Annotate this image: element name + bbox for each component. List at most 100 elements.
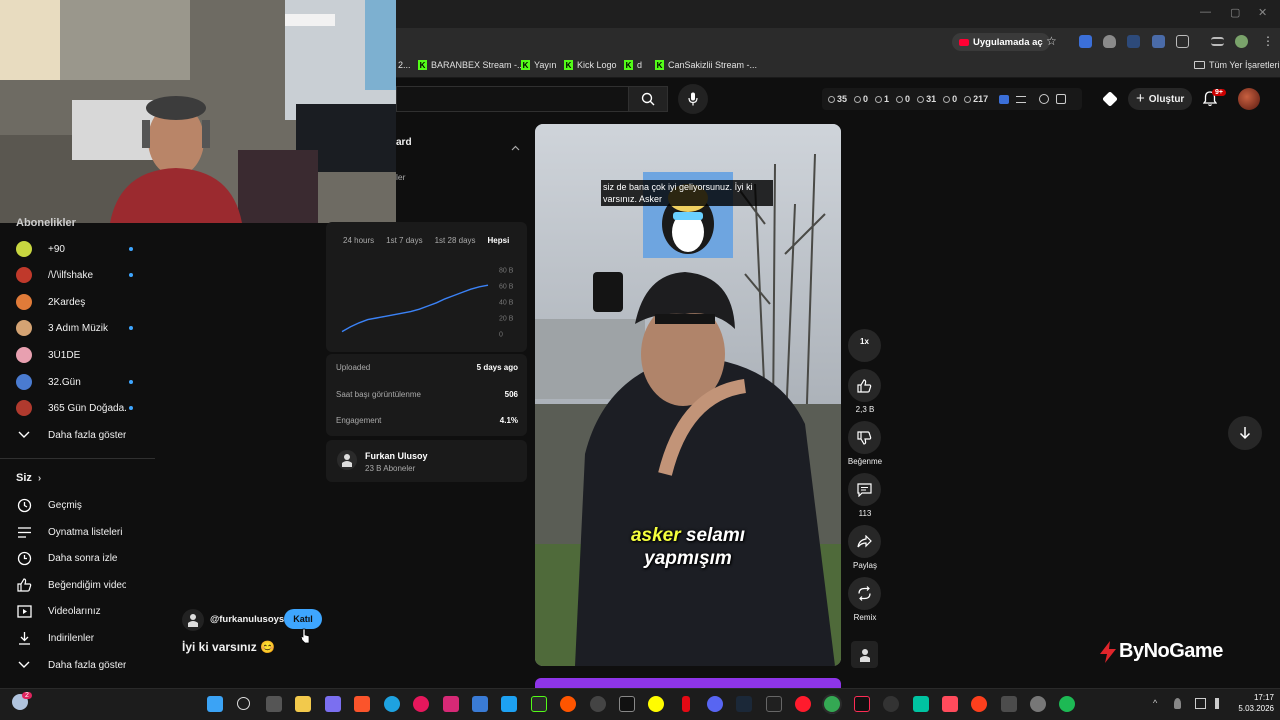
snapchat-icon[interactable] [648, 696, 664, 712]
sidebar-item-your-videos[interactable]: Videolarınız [0, 598, 155, 624]
commenter-handle[interactable]: @furkanulusoys [210, 614, 284, 625]
user-avatar[interactable] [1238, 88, 1260, 110]
edge-icon[interactable] [384, 696, 400, 712]
voice-search-button[interactable] [678, 84, 708, 114]
extension-icon[interactable] [999, 94, 1010, 104]
twitter-icon[interactable] [501, 696, 517, 712]
menu-dots-icon[interactable]: ⋮ [1262, 34, 1274, 48]
remix-button[interactable] [848, 577, 881, 610]
sidebar-channel-item[interactable]: /\/\ilfshake [0, 262, 155, 288]
settings-icon[interactable] [1030, 696, 1046, 712]
sidebar-item-watch-later[interactable]: Daha sonra izle [0, 545, 155, 571]
app-icon[interactable] [913, 696, 929, 712]
open-in-app-button[interactable]: Uygulamada aç [952, 33, 1050, 51]
search-input[interactable] [396, 86, 628, 112]
sidebar-channel-item[interactable]: 2Kardeş [0, 289, 155, 315]
share-button[interactable] [848, 525, 881, 558]
settings-icon[interactable] [1056, 94, 1067, 104]
comments-button[interactable] [848, 473, 881, 506]
soundcloud-icon[interactable] [560, 696, 576, 712]
network-icon[interactable] [1195, 698, 1206, 709]
windows-start-icon[interactable] [207, 696, 223, 712]
netflix-icon[interactable] [682, 696, 690, 712]
sidebar-channel-item[interactable]: 32.Gün [0, 369, 155, 395]
sidebar-item-liked-videos[interactable]: Beğendiğim videolar [0, 572, 155, 598]
playback-speed-button[interactable]: 1x [848, 329, 881, 362]
file-explorer-icon[interactable] [295, 696, 311, 712]
shield-icon[interactable] [1103, 35, 1116, 48]
next-video-button[interactable] [1228, 416, 1262, 450]
extension-icon[interactable] [1127, 35, 1140, 48]
tab-7-days[interactable]: 1st 7 days [386, 236, 422, 245]
opera-icon[interactable] [795, 696, 811, 712]
list-icon[interactable] [1016, 95, 1027, 103]
store-icon[interactable] [472, 696, 488, 712]
bookmark-kick-logo[interactable]: K Kick Logo [564, 60, 617, 70]
dislike-button[interactable] [848, 421, 881, 454]
sidebar-channel-item[interactable]: 3 Adım Müzik [0, 315, 155, 341]
sidebar-item-playlists[interactable]: Oynatma listeleri [0, 519, 155, 545]
create-button[interactable]: + Oluştur [1128, 88, 1193, 110]
sidebar-channel-item[interactable]: 365 Gün Doğada... [0, 395, 155, 421]
app-icon[interactable] [942, 696, 958, 712]
app-icon[interactable] [766, 696, 782, 712]
chevron-up-icon[interactable]: ^ [1153, 698, 1164, 709]
system-clock[interactable]: 17:17 5.03.2026 [1236, 692, 1274, 714]
profile-icon[interactable] [1235, 35, 1248, 48]
volume-icon[interactable] [1215, 698, 1226, 709]
trophy-icon[interactable] [1039, 94, 1050, 104]
yandex-icon[interactable] [971, 696, 987, 712]
tiktok-icon[interactable] [854, 696, 870, 712]
channel-name[interactable]: Furkan Ulusoy [365, 451, 428, 461]
chevron-up-icon[interactable] [511, 138, 520, 156]
search-button[interactable] [628, 86, 668, 112]
copilot-icon[interactable] [325, 696, 341, 712]
epic-games-icon[interactable] [619, 696, 635, 712]
like-button[interactable] [848, 369, 881, 402]
puzzle-icon[interactable] [1176, 35, 1189, 48]
app-icon[interactable] [1001, 696, 1017, 712]
app-icon[interactable] [531, 696, 547, 712]
chrome-icon[interactable] [824, 696, 840, 712]
reading-list-icon[interactable] [1211, 37, 1224, 46]
show-more-subscriptions[interactable]: Daha fazla göster [0, 422, 155, 448]
extension-icon[interactable] [1079, 35, 1092, 48]
tab-24-hours[interactable]: 24 hours [343, 236, 374, 245]
close-icon[interactable]: ✕ [1258, 6, 1267, 19]
stream-tools-icon[interactable] [1102, 91, 1118, 107]
create-label: Oluştur [1148, 93, 1185, 105]
bookmark-yayin[interactable]: K Yayın [521, 60, 556, 70]
app-icon[interactable] [883, 696, 899, 712]
spotify-icon[interactable] [1059, 696, 1075, 712]
video-icon [16, 603, 32, 619]
bookmark-d[interactable]: Kd [624, 60, 642, 70]
discord-icon[interactable] [707, 696, 723, 712]
speedtest-icon[interactable] [590, 696, 606, 712]
sidebar-item-history[interactable]: Geçmiş [0, 492, 155, 518]
extension-icon[interactable] [1152, 35, 1165, 48]
join-button[interactable]: Katıl [284, 609, 322, 629]
media-player-icon[interactable] [413, 696, 429, 712]
star-icon[interactable]: ☆ [1046, 34, 1057, 48]
next-short-preview[interactable] [535, 678, 841, 688]
show-more-you[interactable]: Daha fazla göster [0, 652, 155, 678]
maximize-icon[interactable]: ▢ [1230, 6, 1240, 19]
tab-all[interactable]: Hepsi [488, 236, 510, 245]
instagram-icon[interactable] [443, 696, 459, 712]
search-icon[interactable] [237, 697, 250, 710]
sidebar-channel-item[interactable]: +90 [0, 236, 155, 262]
you-section-heading[interactable]: Siz › [16, 472, 41, 484]
bookmark-truncated[interactable]: 2... [398, 60, 411, 70]
sound-thumbnail[interactable] [851, 641, 878, 668]
steam-icon[interactable] [736, 696, 752, 712]
microphone-icon[interactable] [1174, 698, 1181, 709]
all-bookmarks[interactable]: Tüm Yer İşaretleri [1194, 60, 1280, 70]
brave-icon[interactable] [354, 696, 370, 712]
sidebar-item-downloads[interactable]: İndirilenler [0, 625, 155, 651]
minimize-icon[interactable]: — [1200, 6, 1211, 18]
tab-28-days[interactable]: 1st 28 days [435, 236, 476, 245]
sidebar-channel-item[interactable]: 3Ü1DE [0, 342, 155, 368]
task-view-icon[interactable] [266, 696, 282, 712]
bookmark-cansakizlii[interactable]: K CanSakizlii Stream -... [655, 60, 757, 70]
bookmark-baranbex[interactable]: K BARANBEX Stream -... [418, 60, 525, 70]
